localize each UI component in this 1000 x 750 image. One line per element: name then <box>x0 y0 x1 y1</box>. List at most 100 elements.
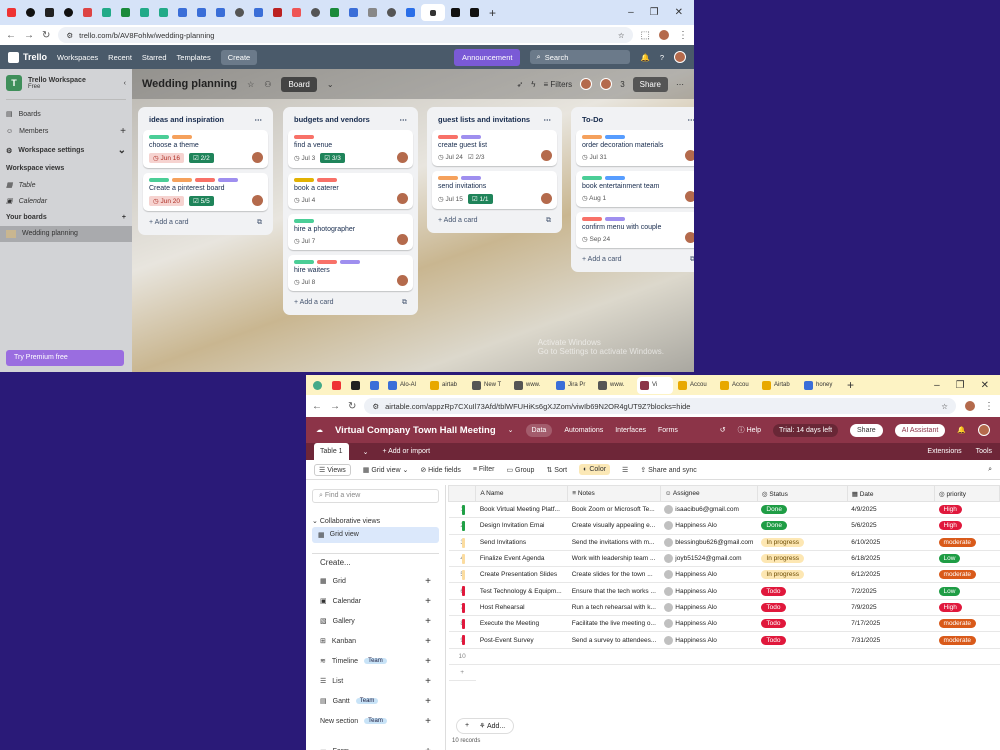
assignee-cell[interactable]: Happiness Alo <box>660 599 758 617</box>
create-new-section[interactable]: New section Team + <box>312 711 439 731</box>
column-header-date[interactable]: ▦ Date <box>846 485 936 502</box>
row-number-cell[interactable]: 3 <box>448 534 476 551</box>
column-header-priority[interactable]: ◎ priority <box>934 485 1000 502</box>
sidebar-item-members[interactable]: ☺ Members + <box>6 122 126 141</box>
member-avatar[interactable] <box>685 191 694 202</box>
share-button[interactable]: Share <box>850 423 883 437</box>
label-chip[interactable] <box>582 135 602 139</box>
tab[interactable] <box>366 377 383 394</box>
airtable-logo-icon[interactable]: ☁ <box>316 426 323 434</box>
date-cell[interactable]: 6/18/2025 <box>847 550 935 568</box>
card[interactable]: choose a theme ◷ Jun 16 ☑ 2/2 <box>143 130 268 168</box>
label-chip[interactable] <box>195 178 215 182</box>
tab[interactable] <box>307 4 324 21</box>
status-cell[interactable]: In progress <box>757 550 848 568</box>
tab[interactable] <box>155 4 172 21</box>
board-view-button[interactable]: Board <box>281 76 317 92</box>
empty-cell[interactable] <box>757 648 848 665</box>
row-number-cell[interactable]: 1 <box>448 501 476 519</box>
row-number-cell[interactable]: 4 <box>448 550 476 568</box>
list-title[interactable]: budgets and vendors <box>294 115 370 124</box>
name-cell[interactable]: Create Presentation Slides <box>475 566 568 584</box>
extensions-icon[interactable]: ⬚ <box>641 30 650 41</box>
notes-cell[interactable]: Ensure that the tech works ... <box>567 582 661 600</box>
add-member-icon[interactable]: + <box>120 126 126 137</box>
priority-cell[interactable]: High <box>934 599 1000 617</box>
name-cell[interactable]: Send Invitations <box>475 534 568 551</box>
card[interactable]: hire a photographer ◷ Jul 7 <box>288 214 413 250</box>
filters-button[interactable]: ≡ Filters <box>544 80 573 89</box>
hide-fields-button[interactable]: ⊘ Hide fields <box>420 466 461 474</box>
tab[interactable] <box>328 377 345 394</box>
table-row[interactable]: 9Post-Event SurveySend a survey to atten… <box>448 631 1000 649</box>
maximize-icon[interactable]: ❐ <box>956 380 965 391</box>
tab[interactable] <box>117 4 134 21</box>
base-title[interactable]: Virtual Company Town Hall Meeting <box>335 425 496 436</box>
tab[interactable] <box>79 4 96 21</box>
create-calendar[interactable]: ▣ Calendar + <box>312 591 439 611</box>
empty-cell[interactable] <box>660 648 758 665</box>
tab[interactable]: Accou <box>675 377 715 394</box>
due-date-badge[interactable]: ◷ Jun 20 <box>149 196 185 206</box>
share-sync-button[interactable]: ⇪ Share and sync <box>640 466 696 474</box>
label-chip[interactable] <box>605 176 625 180</box>
assignee-cell[interactable]: isaacibu6@gmail.com <box>660 501 758 519</box>
table-row[interactable]: 7Host RehearsalRun a tech rehearsal with… <box>448 599 1000 617</box>
tab[interactable] <box>383 4 400 21</box>
label-chip[interactable] <box>294 260 314 264</box>
tab[interactable] <box>309 377 326 394</box>
template-icon[interactable]: ⧉ <box>690 256 694 264</box>
create-list[interactable]: ☰ List + <box>312 671 439 691</box>
card[interactable]: send invitations ◷ Jul 15 ☑ 1/1 <box>432 171 557 209</box>
row-height-icon[interactable]: ☰ <box>622 466 628 474</box>
label-chip[interactable] <box>438 176 458 180</box>
date-badge[interactable]: ◷ Jul 15 <box>438 195 463 203</box>
tab-data[interactable]: Data <box>525 423 553 437</box>
profile-avatar[interactable] <box>964 400 976 412</box>
more-icon[interactable]: ⋯ <box>544 115 552 124</box>
template-icon[interactable]: ⧉ <box>402 299 407 307</box>
assignee-cell[interactable]: Happiness Alo <box>660 582 758 600</box>
list-title[interactable]: To-Do <box>582 115 603 124</box>
tools-button[interactable]: Tools <box>976 448 992 455</box>
maximize-icon[interactable]: ❐ <box>650 7 659 18</box>
tab[interactable]: Alo-Al <box>385 377 425 394</box>
back-icon[interactable]: ← <box>6 30 16 41</box>
filter-button[interactable]: ≡ Filter <box>473 466 495 473</box>
bell-icon[interactable]: 🔔 <box>957 426 966 434</box>
notes-cell[interactable]: Create visually appealing e... <box>567 517 661 535</box>
grid-view-item[interactable]: ▦ Grid view <box>312 527 439 543</box>
table-tab[interactable]: Table 1 <box>314 443 349 460</box>
add-options-button[interactable]: ⚘ Add... <box>479 722 505 730</box>
star-icon[interactable]: ☆ <box>941 402 948 411</box>
checklist-badge[interactable]: ☑ 2/2 <box>189 153 214 163</box>
menu-icon[interactable]: ⋮ <box>678 30 688 41</box>
extensions-button[interactable]: Extensions <box>927 448 961 455</box>
tab[interactable] <box>212 4 229 21</box>
member-avatar[interactable] <box>580 78 593 90</box>
reload-icon[interactable]: ↻ <box>42 30 50 41</box>
grid-view-button[interactable]: ▦ Grid view ⌄ <box>363 466 409 474</box>
label-chip[interactable] <box>149 178 169 182</box>
avatar[interactable] <box>978 424 990 436</box>
star-icon[interactable]: ☆ <box>618 31 625 40</box>
label-chip[interactable] <box>461 176 481 180</box>
tab[interactable] <box>364 4 381 21</box>
label-chip[interactable] <box>340 260 360 264</box>
table-row[interactable]: 3Send InvitationsSend the invitations wi… <box>448 534 1000 551</box>
chevron-down-icon[interactable]: ⌄ <box>508 426 514 434</box>
create-timeline[interactable]: ≋ Timeline Team + <box>312 651 439 671</box>
card[interactable]: find a venue ◷ Jul 3 ☑ 3/3 <box>288 130 413 168</box>
table-row[interactable]: 2Design Invitation EmaiCreate visually a… <box>448 517 1000 535</box>
more-icon[interactable]: ⋯ <box>400 115 408 124</box>
tab-automations[interactable]: Automations <box>564 427 603 434</box>
status-cell[interactable]: In progress <box>757 566 848 584</box>
tab[interactable] <box>136 4 153 21</box>
add-card-button[interactable]: + Add a card <box>438 217 478 225</box>
member-avatar[interactable] <box>252 152 263 163</box>
tab-forms[interactable]: Forms <box>658 427 678 434</box>
search-input[interactable]: ⌕ Search <box>530 50 631 64</box>
trello-logo[interactable]: Trello <box>8 51 47 63</box>
member-avatar[interactable] <box>541 193 552 204</box>
label-chip[interactable] <box>438 135 458 139</box>
